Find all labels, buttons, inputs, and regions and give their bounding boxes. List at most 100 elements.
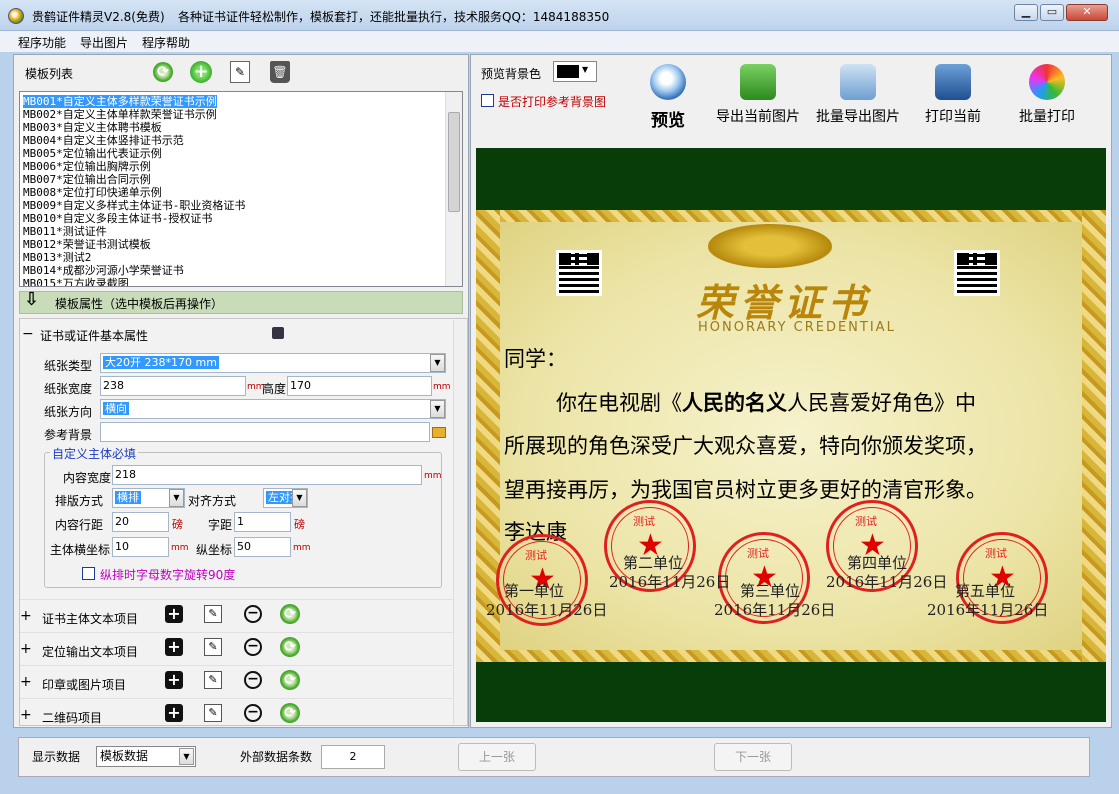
unit-label: 磅 xyxy=(172,518,183,531)
orientation-select[interactable]: 横向 xyxy=(100,399,446,419)
paper-width-field[interactable]: 238 xyxy=(100,376,246,396)
chevron-down-icon[interactable]: ▼ xyxy=(169,489,184,507)
add-icon[interactable]: + xyxy=(165,671,183,689)
rotate-checkbox[interactable] xyxy=(82,567,95,580)
remove-icon[interactable]: − xyxy=(244,605,262,623)
list-item[interactable]: MB014*成都沙河源小学荣誉证书 xyxy=(23,264,184,277)
list-item[interactable]: MB005*定位输出代表证示例 xyxy=(23,147,162,160)
section-label: 印章或图片项目 xyxy=(42,678,127,692)
chevron-down-icon[interactable]: ▼ xyxy=(582,65,588,74)
list-item[interactable]: MB003*自定义主体聘书模板 xyxy=(23,121,162,134)
minimize-button[interactable]: ▁ xyxy=(1014,4,1038,21)
list-item[interactable]: MB008*定位打印快递单示例 xyxy=(23,186,162,199)
ornament-border xyxy=(1082,210,1106,662)
batch-export-button[interactable]: 批量导出图片 xyxy=(813,64,903,126)
print-bg-checkbox[interactable] xyxy=(481,94,494,107)
edit-icon[interactable]: ✎ xyxy=(204,704,222,722)
list-item[interactable]: MB010*自定义多段主体证书-授权证书 xyxy=(23,212,212,225)
unit-5-date: 2016年11月26日 xyxy=(927,601,1049,619)
preview-button[interactable]: 预览 xyxy=(640,64,696,131)
add-icon[interactable]: + xyxy=(165,605,183,623)
paper-height-field[interactable]: 170 xyxy=(287,376,432,396)
preview-bg-color-select[interactable]: ▼ xyxy=(553,61,597,82)
delete-template-icon[interactable]: 🗑 xyxy=(270,61,290,83)
unit-3-name: 第三单位 xyxy=(740,582,801,600)
save-icon[interactable] xyxy=(272,327,284,339)
line-spacing-field[interactable]: 20 xyxy=(112,512,169,532)
template-list-scrollbar[interactable] xyxy=(445,92,462,286)
list-item[interactable]: MB013*测试2 xyxy=(23,251,91,264)
edit-icon[interactable]: ✎ xyxy=(204,671,222,689)
show-data-select[interactable]: 模板数据 ▼ xyxy=(96,746,196,767)
print-bg-label: 是否打印参考背景图 xyxy=(498,95,607,109)
refresh-icon[interactable]: ⟳ xyxy=(280,703,300,723)
list-item[interactable]: MB012*荣誉证书测试模板 xyxy=(23,238,151,251)
orientation-label: 纸张方向 xyxy=(44,405,93,419)
expand-icon[interactable]: + xyxy=(20,674,32,690)
qr-code-right xyxy=(954,250,1000,296)
list-item[interactable]: MB001*自定义主体多样款荣誉证书示例 xyxy=(23,95,217,108)
properties-scrollbar[interactable] xyxy=(453,320,466,724)
unit-5-name: 第五单位 xyxy=(955,582,1016,600)
add-icon[interactable]: + xyxy=(165,638,183,656)
paper-height-label: 高度 xyxy=(262,382,287,396)
remove-icon[interactable]: − xyxy=(244,704,262,722)
add-template-icon[interactable]: + xyxy=(190,61,212,83)
chevron-down-icon[interactable]: ▼ xyxy=(430,354,445,372)
remove-icon[interactable]: − xyxy=(244,671,262,689)
expand-icon[interactable]: + xyxy=(20,608,32,624)
y-coord-field[interactable]: 50 xyxy=(234,537,291,557)
template-list-label: 模板列表 xyxy=(25,67,74,81)
collapse-icon[interactable]: − xyxy=(22,326,34,342)
edit-icon[interactable]: ✎ xyxy=(204,638,222,656)
refresh-icon[interactable]: ⟳ xyxy=(280,637,300,657)
edit-template-icon[interactable]: ✎ xyxy=(230,61,250,83)
refresh-icon[interactable]: ⟳ xyxy=(153,62,173,82)
ornament-border xyxy=(476,210,500,662)
section-label: 二维码项目 xyxy=(42,711,103,725)
close-button[interactable]: ✕ xyxy=(1066,4,1108,21)
folder-icon[interactable] xyxy=(432,427,446,438)
refresh-icon[interactable]: ⟳ xyxy=(280,604,300,624)
list-item[interactable]: MB015*万方收录截图 xyxy=(23,277,129,286)
ref-bg-field[interactable] xyxy=(100,422,430,442)
x-coord-field[interactable]: 10 xyxy=(112,537,169,557)
unit-label: mm xyxy=(293,543,311,553)
chevron-down-icon[interactable]: ▼ xyxy=(292,489,307,507)
print-current-button[interactable]: 打印当前 xyxy=(920,64,986,126)
menu-program-help[interactable]: 程序帮助 xyxy=(142,34,190,51)
add-icon[interactable]: + xyxy=(165,704,183,722)
prev-button[interactable]: 上一张 xyxy=(458,743,536,771)
chevron-down-icon[interactable]: ▼ xyxy=(179,748,194,765)
expand-icon[interactable]: + xyxy=(20,641,32,657)
template-list[interactable]: MB001*自定义主体多样款荣誉证书示例 MB002*自定义主体单样款荣誉证书示… xyxy=(19,91,463,287)
remove-icon[interactable]: − xyxy=(244,638,262,656)
list-item[interactable]: MB004*自定义主体竖排证书示范 xyxy=(23,134,184,147)
list-item[interactable]: MB006*定位输出胸牌示例 xyxy=(23,160,151,173)
certificate-subtitle: HONORARY CREDENTIAL xyxy=(698,320,896,335)
external-count-label: 外部数据条数 xyxy=(240,750,313,764)
chevron-down-icon[interactable]: ▼ xyxy=(430,400,445,418)
content-width-field[interactable]: 218 xyxy=(112,465,422,485)
external-count-field[interactable]: 2 xyxy=(321,745,385,769)
unit-label: mm xyxy=(433,382,451,392)
menu-export-image[interactable]: 导出图片 xyxy=(80,34,128,51)
edit-icon[interactable]: ✎ xyxy=(204,605,222,623)
export-current-button[interactable]: 导出当前图片 xyxy=(713,64,803,126)
list-item[interactable]: MB009*自定义多样式主体证书-职业资格证书 xyxy=(23,199,245,212)
list-item[interactable]: MB011*测试证件 xyxy=(23,225,107,238)
expand-icon[interactable]: + xyxy=(20,707,32,723)
section-label: 证书主体文本项目 xyxy=(42,612,139,626)
char-spacing-field[interactable]: 1 xyxy=(234,512,291,532)
paper-type-select[interactable]: 大20开 238*170 mm xyxy=(100,353,446,373)
maximize-button[interactable]: ▭ xyxy=(1040,4,1064,21)
refresh-icon[interactable]: ⟳ xyxy=(280,670,300,690)
batch-print-button[interactable]: 批量打印 xyxy=(1014,64,1080,126)
list-item[interactable]: MB007*定位输出合同示例 xyxy=(23,173,151,186)
qr-code-left xyxy=(556,250,602,296)
list-item[interactable]: MB002*自定义主体单样款荣誉证书示例 xyxy=(23,108,217,121)
menu-program-functions[interactable]: 程序功能 xyxy=(18,34,66,51)
preview-button-label: 预览 xyxy=(651,111,685,131)
certificate: 荣誉证书 HONORARY CREDENTIAL 同学： 你在电视剧《人民的名义… xyxy=(476,210,1106,662)
next-button[interactable]: 下一张 xyxy=(714,743,792,771)
